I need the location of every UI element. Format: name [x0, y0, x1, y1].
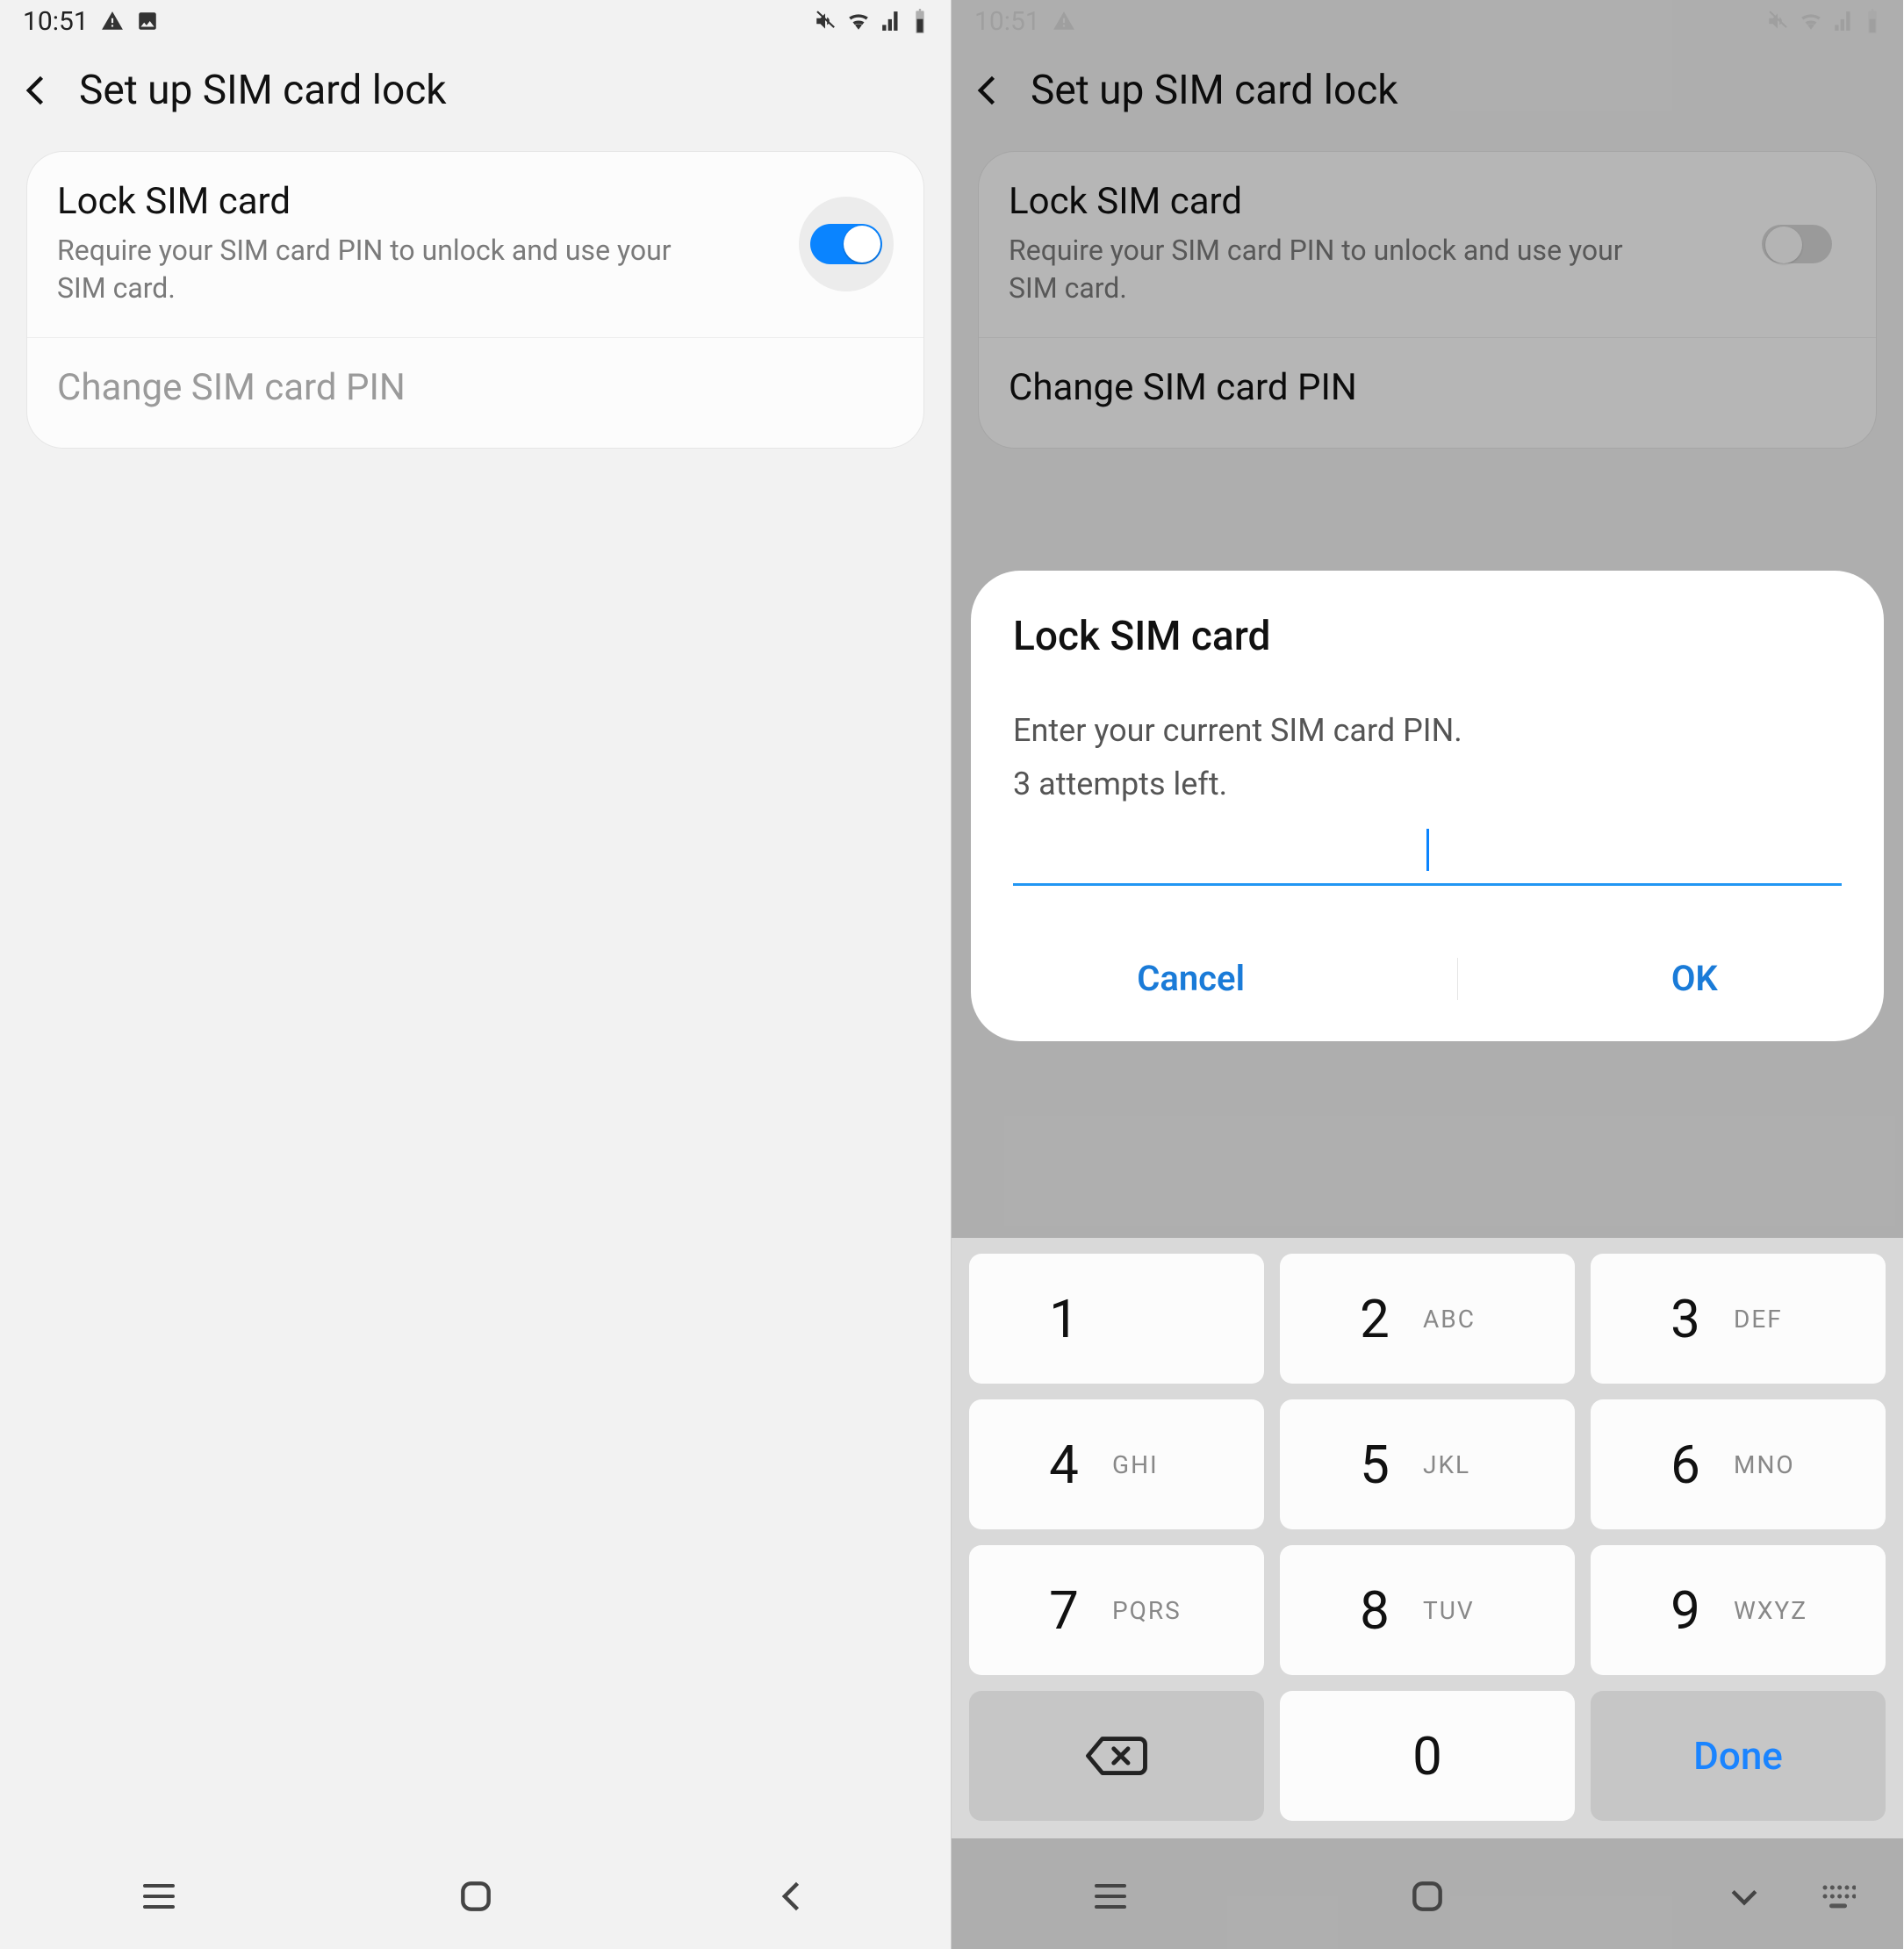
pin-input[interactable]	[1013, 816, 1842, 886]
lock-sim-row[interactable]: Lock SIM card Require your SIM card PIN …	[27, 152, 923, 337]
change-pin-row[interactable]: Change SIM card PIN	[27, 337, 923, 448]
key-9[interactable]: 9WXYZ	[1591, 1545, 1886, 1675]
recents-button[interactable]	[1084, 1870, 1137, 1923]
dialog-title: Lock SIM card	[1013, 613, 1842, 660]
key-4[interactable]: 4GHI	[969, 1399, 1264, 1529]
battery-icon	[912, 9, 928, 33]
dialog-message-line1: Enter your current SIM card PIN.	[1013, 709, 1842, 752]
wifi-icon	[845, 10, 872, 32]
page-title: Set up SIM card lock	[79, 67, 447, 114]
ok-button[interactable]: OK	[1636, 937, 1753, 1020]
phone-screen-1: 10:51 Set up SIM card lock Lock SIM card…	[0, 0, 952, 1949]
status-time: 10:51	[23, 6, 89, 37]
backspace-icon	[1082, 1733, 1151, 1779]
back-icon[interactable]	[18, 71, 56, 110]
numeric-keypad: 1 2ABC 3DEF 4GHI 5JKL 6MNO 7PQRS 8TUV 9W…	[952, 1238, 1903, 1838]
image-icon	[136, 10, 159, 32]
home-button[interactable]	[1401, 1870, 1454, 1923]
key-1[interactable]: 1	[969, 1254, 1264, 1384]
nav-bar	[0, 1844, 951, 1949]
key-7[interactable]: 7PQRS	[969, 1545, 1264, 1675]
lock-sim-toggle[interactable]	[799, 197, 894, 291]
key-6[interactable]: 6MNO	[1591, 1399, 1886, 1529]
home-button[interactable]	[449, 1870, 502, 1923]
key-0[interactable]: 0	[1280, 1691, 1575, 1821]
back-button[interactable]	[766, 1870, 819, 1923]
phone-screen-2: 10:51 Set up SIM card lock Lock SIM card…	[952, 0, 1903, 1949]
change-pin-title: Change SIM card PIN	[57, 366, 894, 409]
settings-card: Lock SIM card Require your SIM card PIN …	[26, 151, 924, 449]
key-3[interactable]: 3DEF	[1591, 1254, 1886, 1384]
keyboard-switch-button[interactable]	[1812, 1870, 1864, 1923]
key-8[interactable]: 8TUV	[1280, 1545, 1575, 1675]
status-bar: 10:51	[0, 0, 951, 42]
pin-dialog: Lock SIM card Enter your current SIM car…	[971, 571, 1884, 1041]
lock-sim-title: Lock SIM card	[57, 180, 724, 223]
dialog-message-line2: 3 attempts left.	[1013, 763, 1842, 806]
ime-hide-button[interactable]	[1718, 1870, 1771, 1923]
nav-bar	[952, 1844, 1903, 1949]
divider	[1457, 958, 1458, 1000]
key-5[interactable]: 5JKL	[1280, 1399, 1575, 1529]
signal-icon	[880, 10, 903, 32]
recents-button[interactable]	[133, 1870, 185, 1923]
warning-icon	[101, 10, 124, 32]
lock-sim-subtitle: Require your SIM card PIN to unlock and …	[57, 232, 724, 307]
key-done[interactable]: Done	[1591, 1691, 1886, 1821]
app-bar: Set up SIM card lock	[0, 42, 951, 139]
key-backspace[interactable]	[969, 1691, 1264, 1821]
mute-icon	[814, 10, 837, 32]
key-2[interactable]: 2ABC	[1280, 1254, 1575, 1384]
cancel-button[interactable]: Cancel	[1102, 937, 1280, 1020]
